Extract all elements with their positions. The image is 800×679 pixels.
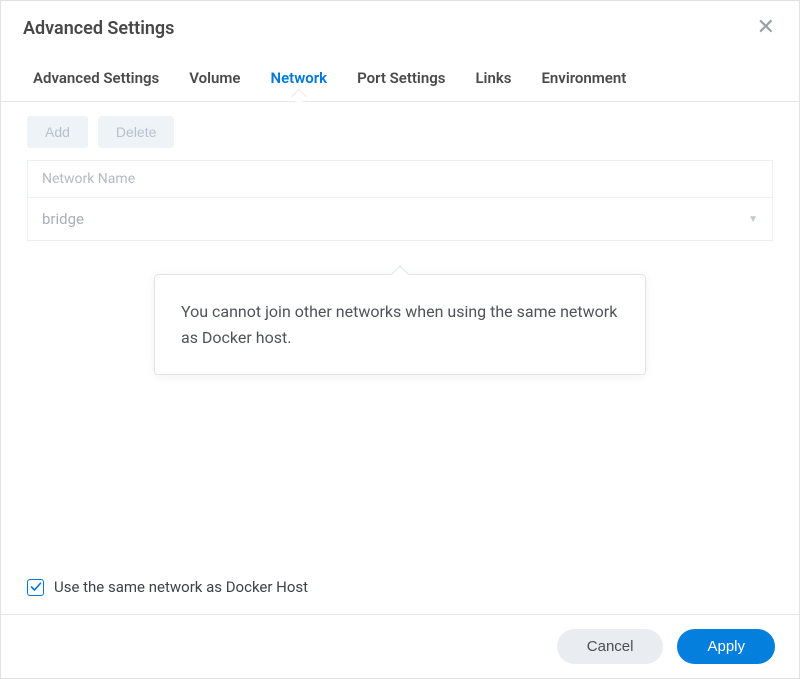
- add-button[interactable]: Add: [27, 116, 88, 148]
- dialog-footer: Cancel Apply: [1, 614, 799, 678]
- tab-network[interactable]: Network: [264, 59, 333, 101]
- dialog-title: Advanced Settings: [23, 18, 174, 39]
- tab-environment[interactable]: Environment: [535, 59, 632, 101]
- network-name-cell: bridge: [42, 210, 84, 228]
- tab-advanced-settings[interactable]: Advanced Settings: [27, 59, 165, 101]
- advanced-settings-dialog: Advanced Settings ✕ Advanced Settings Vo…: [0, 0, 800, 679]
- use-host-network-label: Use the same network as Docker Host: [54, 578, 308, 596]
- use-host-network-checkbox[interactable]: [27, 579, 44, 596]
- tab-volume[interactable]: Volume: [183, 59, 246, 101]
- chevron-down-icon[interactable]: ▼: [748, 214, 758, 225]
- close-icon[interactable]: ✕: [751, 15, 781, 41]
- info-tooltip: You cannot join other networks when usin…: [154, 274, 646, 375]
- tab-links[interactable]: Links: [469, 59, 517, 101]
- tab-content: Add Delete Network Name bridge ▼ You can…: [1, 102, 799, 614]
- use-host-network-row: Use the same network as Docker Host: [27, 578, 308, 596]
- dialog-titlebar: Advanced Settings ✕: [1, 1, 799, 53]
- toolbar: Add Delete: [27, 116, 773, 148]
- table-header-network-name: Network Name: [27, 160, 773, 197]
- tab-port-settings[interactable]: Port Settings: [351, 59, 451, 101]
- table-row[interactable]: bridge ▼: [27, 197, 773, 241]
- apply-button[interactable]: Apply: [677, 629, 775, 664]
- check-icon: [30, 581, 42, 593]
- cancel-button[interactable]: Cancel: [557, 629, 664, 664]
- tabbar: Advanced Settings Volume Network Port Se…: [1, 53, 799, 102]
- delete-button[interactable]: Delete: [98, 116, 174, 148]
- tooltip-text: You cannot join other networks when usin…: [181, 302, 617, 347]
